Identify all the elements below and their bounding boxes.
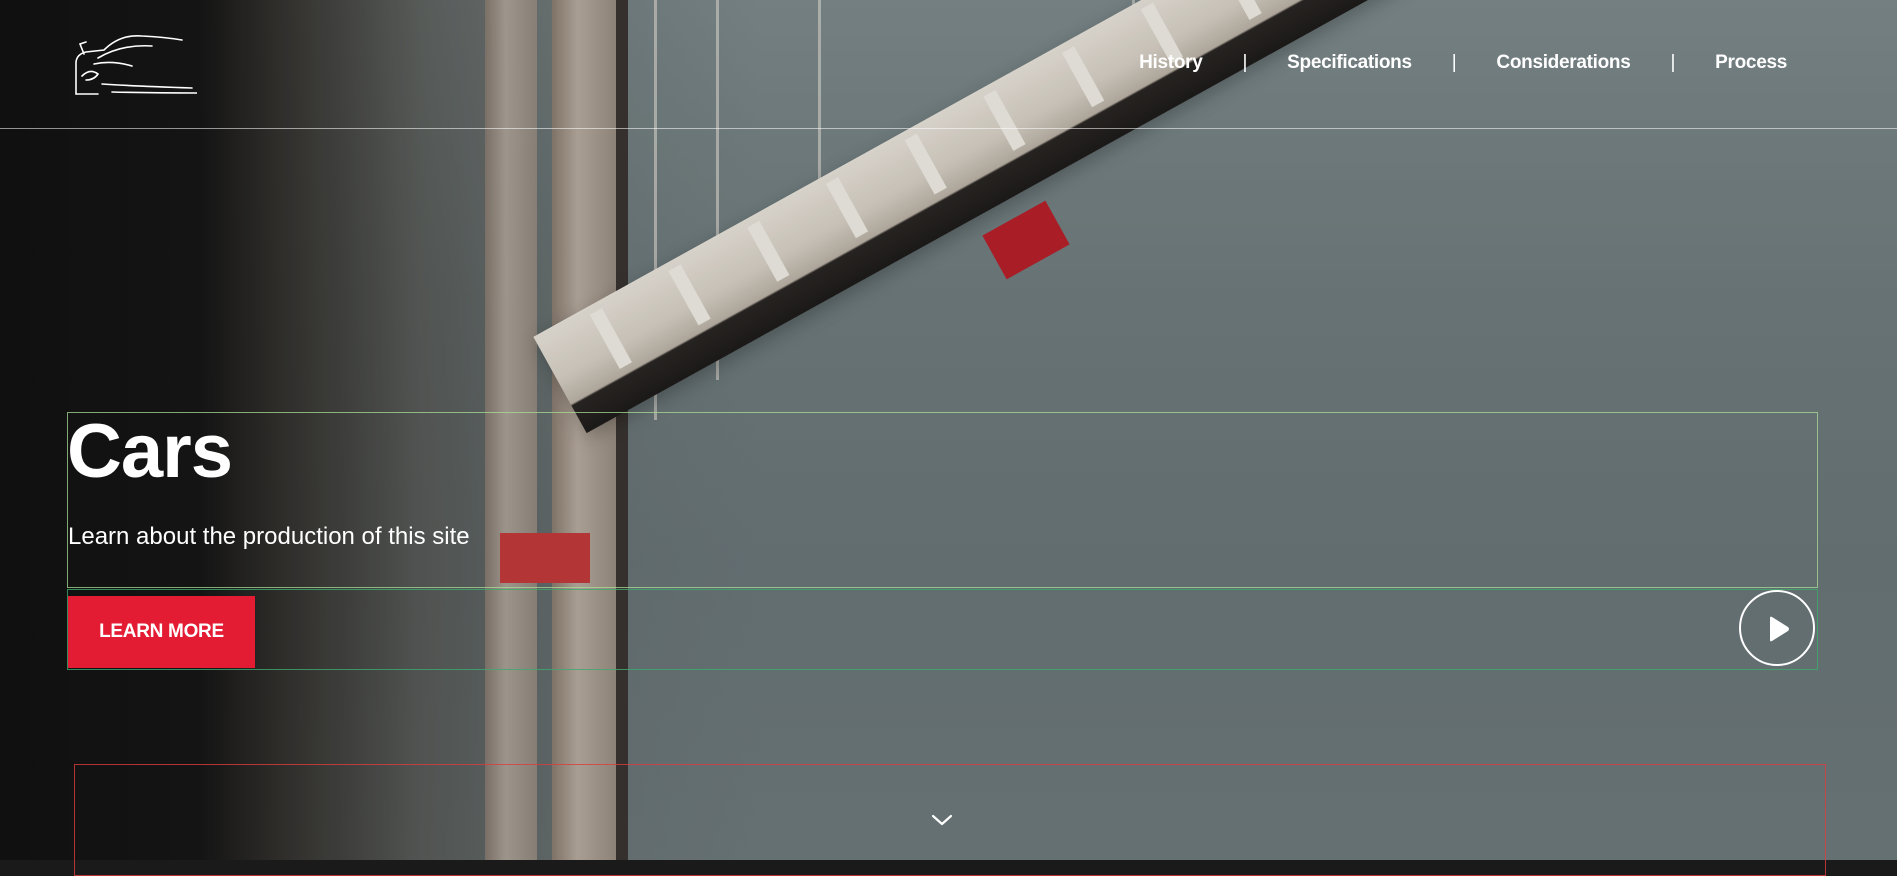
nav-separator: |: [1451, 52, 1457, 73]
hero-title: Cars: [67, 409, 233, 494]
nav-process-link[interactable]: Process: [1715, 52, 1787, 74]
site-header: History | Specifications | Consideration…: [0, 0, 1897, 129]
chevron-down-icon[interactable]: [930, 812, 954, 828]
play-icon: [1770, 616, 1789, 642]
nav-considerations-link[interactable]: Considerations: [1496, 52, 1630, 74]
nav-separator: |: [1242, 52, 1248, 73]
nav-specifications-link[interactable]: Specifications: [1287, 52, 1412, 74]
learn-more-button[interactable]: LEARN MORE: [68, 596, 255, 668]
play-video-button[interactable]: [1739, 590, 1815, 666]
hero-text-box: [67, 412, 1818, 588]
main-nav: History | Specifications | Consideration…: [1139, 52, 1787, 74]
cta-row: [67, 589, 1818, 670]
nav-separator: |: [1670, 52, 1676, 73]
nav-history-link[interactable]: History: [1139, 52, 1203, 74]
hero-subtitle: Learn about the production of this site: [68, 523, 470, 550]
car-outline-logo[interactable]: [72, 30, 197, 100]
